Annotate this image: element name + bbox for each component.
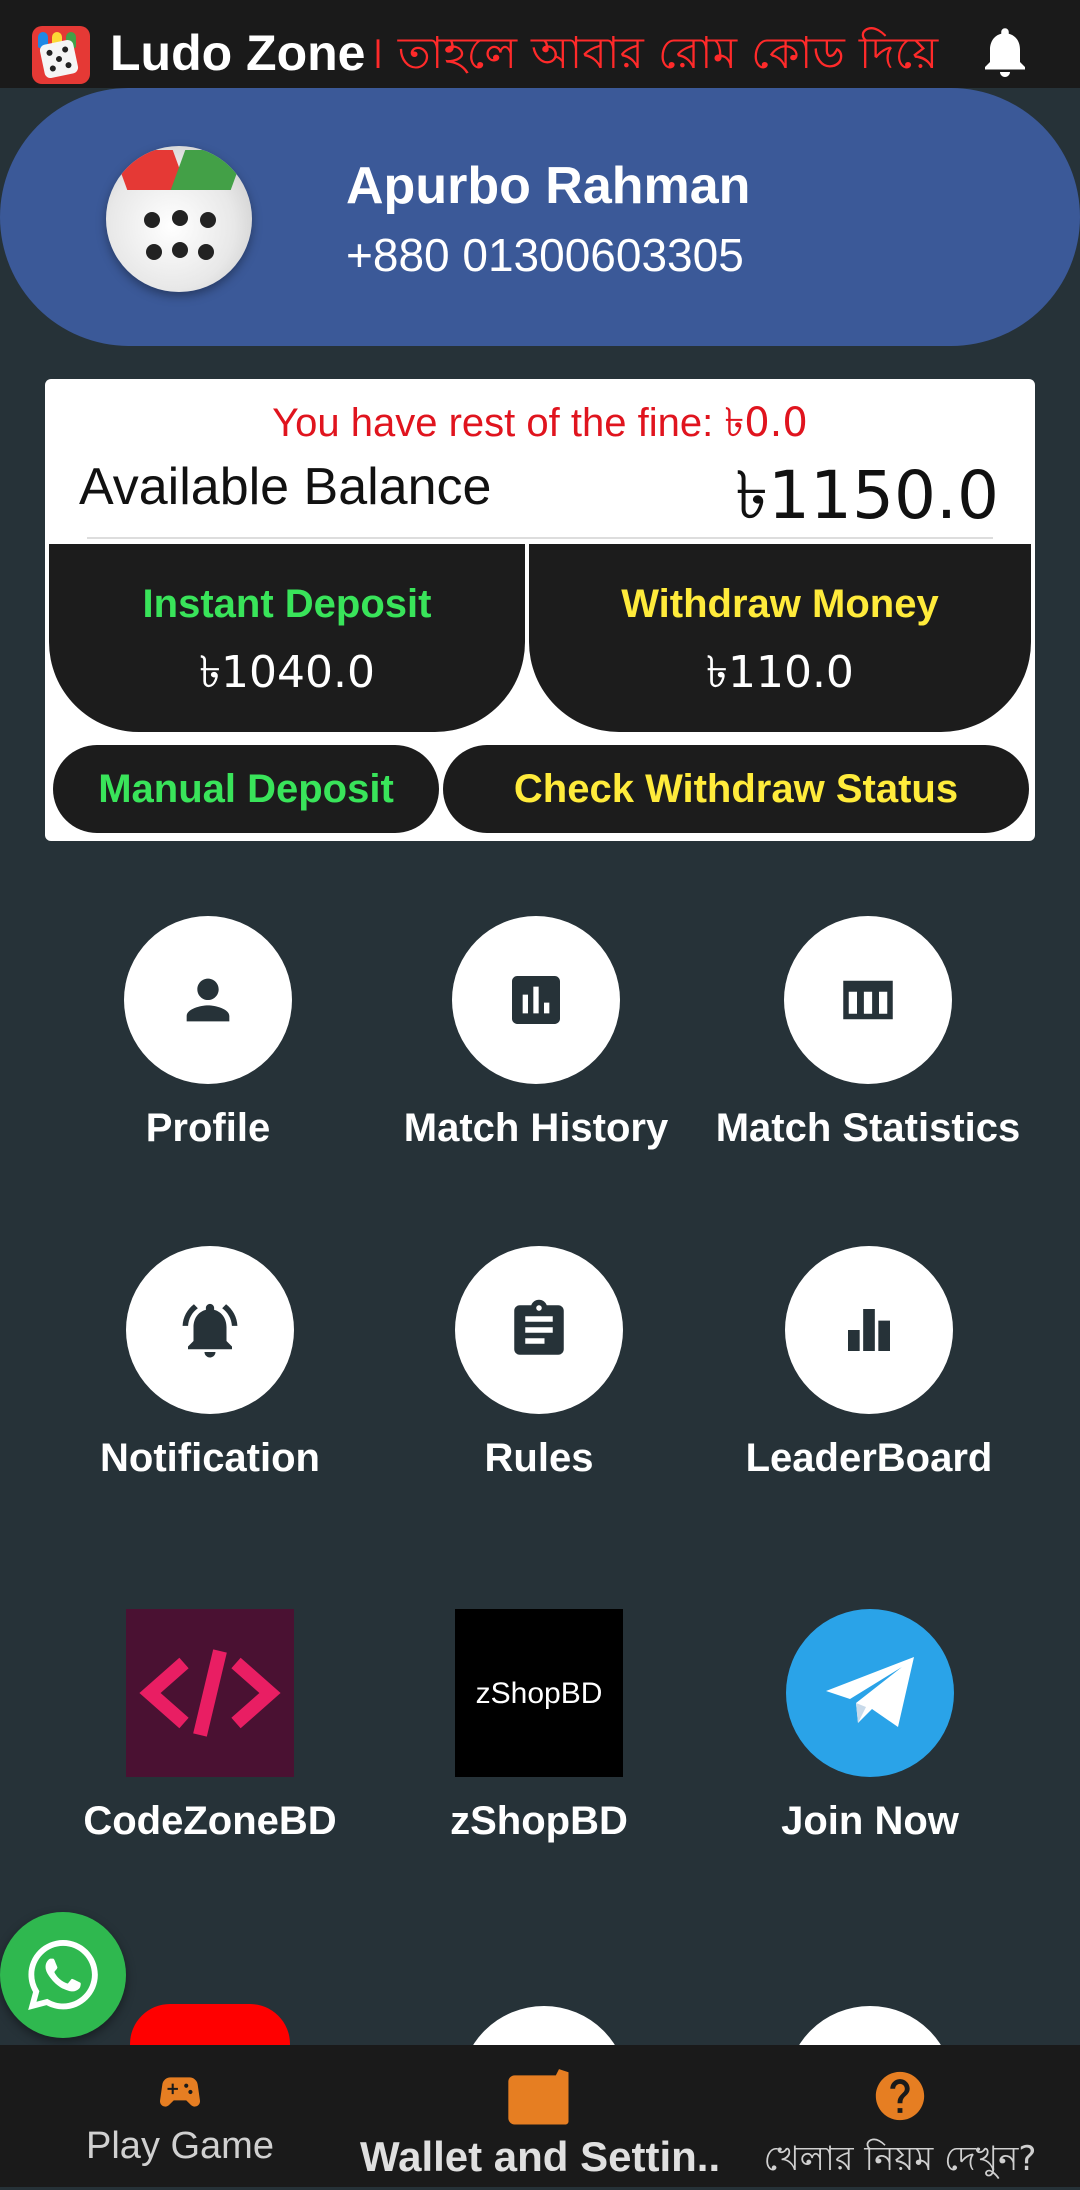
app-title: Ludo Zone — [110, 25, 366, 81]
nav-rules-label: খেলার নিয়ম দেখুন? — [763, 2139, 1037, 2179]
match-statistics-tile[interactable]: Match Statistics — [703, 916, 1033, 1151]
instant-deposit-button[interactable]: Instant Deposit ৳1040.0 — [49, 544, 525, 732]
zshopbd-label: zShopBD — [450, 1799, 628, 1843]
withdraw-money-button[interactable]: Withdraw Money ৳110.0 — [529, 544, 1031, 732]
profile-label: Profile — [145, 1106, 271, 1150]
person-icon — [124, 916, 292, 1084]
leaderboard-icon — [785, 1246, 953, 1414]
check-withdraw-status-button[interactable]: Check Withdraw Status — [443, 745, 1029, 833]
help-icon — [875, 2071, 925, 2121]
whatsapp-button[interactable] — [0, 1912, 126, 2038]
match-history-label: Match History — [403, 1106, 669, 1150]
nav-play-label: Play Game — [86, 2125, 274, 2167]
whatsapp-icon — [28, 1940, 98, 2010]
gamepad-icon — [159, 2077, 201, 2107]
avatar — [106, 146, 252, 292]
codezonebd-label: CodeZoneBD — [83, 1799, 337, 1843]
bottom-navigation: Play Game Wallet and Settin... খেলার নিয… — [0, 2045, 1080, 2187]
fine-amount: ৳0.0 — [724, 400, 808, 446]
deposit-amount: ৳1040.0 — [199, 647, 375, 698]
codezonebd-tile[interactable]: CodeZoneBD — [45, 1609, 375, 1844]
telegram-icon — [786, 1609, 954, 1777]
manual-deposit-button[interactable]: Manual Deposit — [53, 745, 439, 833]
withdraw-label: Withdraw Money — [621, 582, 939, 626]
balance-label: Available Balance — [79, 458, 492, 516]
fine-label: You have rest of the fine: — [272, 401, 714, 445]
nav-play-game[interactable]: Play Game — [0, 2045, 360, 2187]
join-now-tile[interactable]: Join Now — [705, 1609, 1035, 1844]
profile-tile[interactable]: Profile — [43, 916, 373, 1151]
rules-tile[interactable]: Rules — [374, 1246, 704, 1481]
zshop-logo: zShopBD — [455, 1609, 623, 1777]
app-bar: Ludo Zone । তাহলে আবার রোম কোড দিয়ে — [0, 0, 1080, 88]
withdraw-amount: ৳110.0 — [706, 647, 854, 698]
zshop-logo-text: zShopBD — [475, 1677, 603, 1710]
user-phone: +880 01300603305 — [346, 229, 744, 281]
notification-label: Notification — [100, 1436, 320, 1480]
user-name: Apurbo Rahman — [346, 157, 751, 215]
divider — [87, 537, 993, 539]
nav-wallet-settings[interactable]: Wallet and Settin... — [360, 2045, 720, 2187]
notification-tile[interactable]: Notification — [45, 1246, 375, 1481]
zshopbd-tile[interactable]: zShopBD zShopBD — [374, 1609, 704, 1844]
match-history-tile[interactable]: Match History — [371, 916, 701, 1151]
leaderboard-tile[interactable]: LeaderBoard — [704, 1246, 1034, 1481]
app-logo — [32, 26, 90, 84]
table-icon — [784, 916, 952, 1084]
code-icon — [126, 1609, 294, 1777]
deposit-label: Instant Deposit — [142, 582, 432, 626]
notice-marquee: । তাহলে আবার রোম কোড দিয়ে — [368, 28, 939, 79]
bar-chart-box-icon — [452, 916, 620, 1084]
clipboard-icon — [455, 1246, 623, 1414]
bell-icon[interactable] — [975, 20, 1035, 84]
wallet-icon — [508, 2069, 569, 2125]
profile-header[interactable]: Apurbo Rahman +880 01300603305 — [0, 88, 1080, 346]
leaderboard-label: LeaderBoard — [745, 1436, 993, 1480]
notification-bell-icon — [126, 1246, 294, 1414]
wallet-card: You have rest of the fine: ৳0.0 Availabl… — [45, 379, 1035, 841]
join-now-label: Join Now — [781, 1799, 959, 1843]
rules-label: Rules — [484, 1436, 594, 1480]
nav-game-rules[interactable]: খেলার নিয়ম দেখুন? — [720, 2045, 1080, 2187]
nav-wallet-label: Wallet and Settin... — [360, 2133, 720, 2180]
match-statistics-label: Match Statistics — [715, 1106, 1021, 1150]
